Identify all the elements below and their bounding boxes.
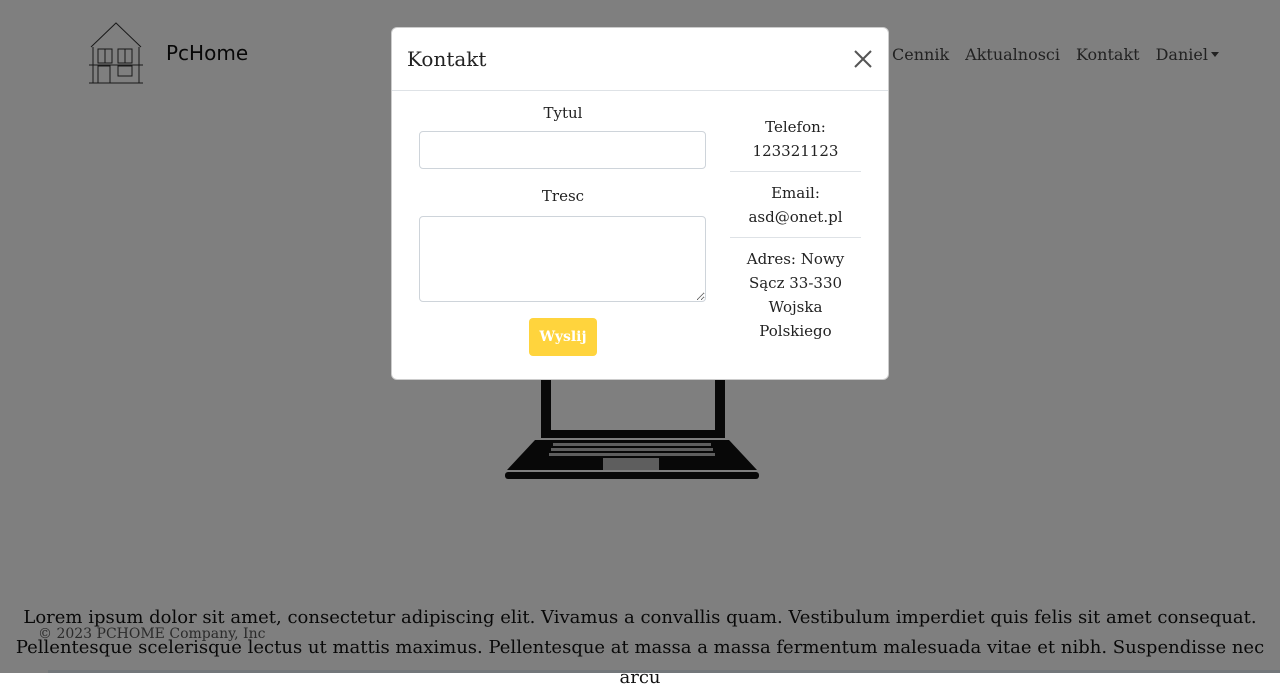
phone-value: 123321123 — [752, 142, 839, 160]
content-label: Tresc — [541, 187, 585, 205]
phone-block: Telefon: 123321123 — [730, 115, 861, 171]
phone-label: Telefon: — [765, 118, 826, 136]
email-value: asd@onet.pl — [748, 208, 843, 226]
address-line-2: Sącz 33-330 — [748, 274, 843, 292]
address-line-1: Adres: Nowy — [746, 250, 845, 268]
address-line-4: Polskiego — [759, 322, 832, 340]
email-block: Email: asd@onet.pl — [730, 171, 861, 237]
address-block: Adres: Nowy Sącz 33-330 Wojska Polskiego — [730, 237, 861, 351]
title-label: Tytul — [543, 104, 583, 122]
close-icon[interactable] — [850, 46, 876, 72]
title-input[interactable] — [419, 131, 706, 169]
contact-modal: Kontakt Tytul Tresc Wyslij Telefon: 1233… — [391, 27, 889, 380]
content-textarea[interactable] — [419, 216, 706, 302]
modal-header: Kontakt — [392, 28, 888, 91]
address-line-3: Wojska — [768, 298, 823, 316]
modal-title: Kontakt — [407, 47, 487, 71]
contact-form: Tytul Tresc Wyslij — [419, 104, 707, 356]
submit-button[interactable]: Wyslij — [529, 318, 597, 356]
email-label: Email: — [771, 184, 820, 202]
contact-info: Telefon: 123321123 Email: asd@onet.pl Ad… — [730, 115, 861, 351]
